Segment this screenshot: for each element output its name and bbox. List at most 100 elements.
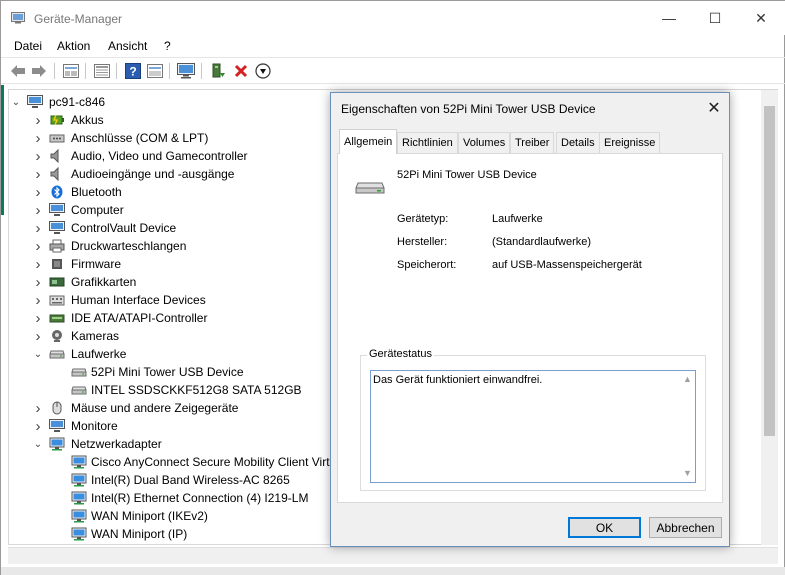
forward-icon[interactable]	[30, 62, 48, 80]
expand-arrow-icon[interactable]: ›	[33, 237, 43, 255]
expand-arrow-icon[interactable]: ›	[33, 165, 43, 183]
location-value: auf USB-Massenspeichergerät	[492, 259, 642, 271]
tab-volumes[interactable]: Volumes	[458, 132, 511, 153]
back-icon[interactable]	[9, 62, 27, 80]
device-status-legend: Gerätestatus	[367, 348, 434, 360]
tab-ereignisse[interactable]: Ereignisse	[599, 132, 661, 153]
expand-arrow-icon[interactable]: ›	[33, 147, 43, 165]
menu-datei[interactable]: Datei	[14, 39, 42, 53]
ide-controller-icon	[49, 311, 65, 325]
window-title: Geräte-Manager	[34, 12, 123, 26]
port-icon	[49, 131, 65, 145]
properties-list-icon[interactable]	[62, 62, 80, 80]
device-type-label: Gerätetyp:	[397, 213, 449, 225]
menu-bar: Datei Aktion Ansicht ?	[1, 36, 785, 57]
network-adapter-icon	[71, 491, 87, 505]
collapse-arrow-icon[interactable]: ⌄	[11, 93, 21, 111]
tree-item-label: Bluetooth	[71, 185, 122, 199]
toolbar-separator	[169, 63, 170, 79]
tab-page-allgemein: 52Pi Mini Tower USB Device Gerätetyp: La…	[337, 153, 723, 503]
device-view-icon[interactable]	[93, 62, 111, 80]
expand-arrow-icon[interactable]: ›	[33, 417, 43, 435]
tab-details[interactable]: Details	[556, 132, 600, 153]
minimize-button[interactable]: —	[646, 1, 692, 35]
drive-icon	[71, 365, 87, 379]
collapse-arrow-icon[interactable]: ⌄	[33, 435, 43, 453]
monitor-icon[interactable]	[177, 62, 195, 80]
expand-arrow-icon[interactable]: ›	[33, 255, 43, 273]
scrollbar-thumb[interactable]	[764, 106, 775, 436]
help-icon[interactable]: ?	[124, 62, 142, 80]
download-icon[interactable]	[254, 62, 272, 80]
tree-item-label: Audio, Video und Gamecontroller	[71, 149, 248, 163]
expand-arrow-icon[interactable]: ›	[33, 327, 43, 345]
tree-item-label: Intel(R) Dual Band Wireless-AC 8265	[91, 473, 290, 487]
tree-item-label: Mäuse und andere Zeigegeräte	[71, 401, 239, 415]
manufacturer-value: (Standardlaufwerke)	[492, 236, 592, 248]
close-icon: ✕	[707, 100, 721, 117]
expand-arrow-icon[interactable]: ›	[33, 291, 43, 309]
tab-allgemein[interactable]: Allgemein	[339, 129, 398, 154]
expand-arrow-icon[interactable]: ›	[33, 399, 43, 417]
device-status-textbox[interactable]: Das Gerät funktioniert einwandfrei. ▲ ▼	[370, 370, 696, 483]
tab-richtlinien[interactable]: Richtlinien	[397, 132, 458, 153]
toolbar-separator	[54, 63, 55, 79]
scroll-down-icon[interactable]: ▼	[683, 468, 692, 478]
maximize-icon: ☐	[708, 9, 722, 26]
tree-item-label: Netzwerkadapter	[71, 437, 162, 451]
expand-arrow-icon[interactable]: ›	[33, 309, 43, 327]
uninstall-icon[interactable]	[232, 62, 250, 80]
expand-arrow-icon[interactable]: ›	[33, 219, 43, 237]
scroll-up-icon[interactable]: ▲	[683, 374, 692, 384]
toolbar-separator	[201, 63, 202, 79]
firmware-icon	[49, 257, 65, 271]
collapse-arrow-icon[interactable]: ⌄	[33, 345, 43, 363]
tree-vertical-scrollbar[interactable]	[761, 90, 778, 545]
tree-item-label: Intel(R) Ethernet Connection (4) I219-LM	[91, 491, 309, 505]
mouse-icon	[49, 401, 65, 415]
view-icon[interactable]	[146, 62, 164, 80]
status-scrollbar[interactable]: ▲ ▼	[680, 371, 695, 482]
title-bar: Geräte-Manager — ☐ ✕	[1, 1, 785, 35]
location-label: Speicherort:	[397, 259, 457, 271]
expand-arrow-icon[interactable]: ›	[33, 201, 43, 219]
dialog-close-button[interactable]: ✕	[701, 97, 727, 119]
maximize-button[interactable]: ☐	[692, 1, 738, 35]
device-name: 52Pi Mini Tower USB Device	[397, 169, 537, 181]
printer-icon	[49, 239, 65, 253]
status-bar	[1, 567, 785, 575]
tree-item-label: IDE ATA/ATAPI-Controller	[71, 311, 208, 325]
svg-text:?: ?	[129, 65, 136, 79]
tree-item-label: 52Pi Mini Tower USB Device	[91, 365, 244, 379]
tree-item-label: Computer	[71, 203, 124, 217]
dialog-title: Eigenschaften von 52Pi Mini Tower USB De…	[341, 102, 596, 116]
tree-item-label: Grafikkarten	[71, 275, 137, 289]
menu-aktion[interactable]: Aktion	[57, 39, 90, 53]
tree-item-label: WAN Miniport (IP)	[91, 527, 188, 541]
manufacturer-label: Hersteller:	[397, 236, 448, 248]
expand-arrow-icon[interactable]: ›	[33, 273, 43, 291]
tree-item-label: Laufwerke	[71, 347, 127, 361]
update-driver-icon[interactable]	[209, 62, 227, 80]
tree-item-label: Monitore	[71, 419, 118, 433]
tree-horizontal-scrollbar[interactable]	[8, 547, 778, 564]
minimize-icon: —	[662, 10, 676, 26]
expand-arrow-icon[interactable]: ›	[33, 183, 43, 201]
tree-item-label: Kameras	[71, 329, 120, 343]
menu-ansicht[interactable]: Ansicht	[108, 39, 147, 53]
ok-button[interactable]: OK	[568, 517, 641, 538]
monitor-icon	[49, 419, 65, 433]
computer-icon	[49, 203, 65, 217]
tree-item-label: Cisco AnyConnect Secure Mobility Client …	[91, 455, 337, 469]
tree-item-label: Human Interface Devices	[71, 293, 206, 307]
expand-arrow-icon[interactable]: ›	[33, 129, 43, 147]
tab-treiber[interactable]: Treiber	[510, 132, 555, 153]
drive-icon	[49, 347, 65, 361]
hid-icon	[49, 293, 65, 307]
menu-help[interactable]: ?	[164, 39, 171, 53]
device-type-value: Laufwerke	[492, 213, 543, 225]
close-button[interactable]: ✕	[738, 1, 784, 35]
camera-icon	[49, 329, 65, 343]
cancel-button[interactable]: Abbrechen	[649, 517, 722, 538]
expand-arrow-icon[interactable]: ›	[33, 111, 43, 129]
